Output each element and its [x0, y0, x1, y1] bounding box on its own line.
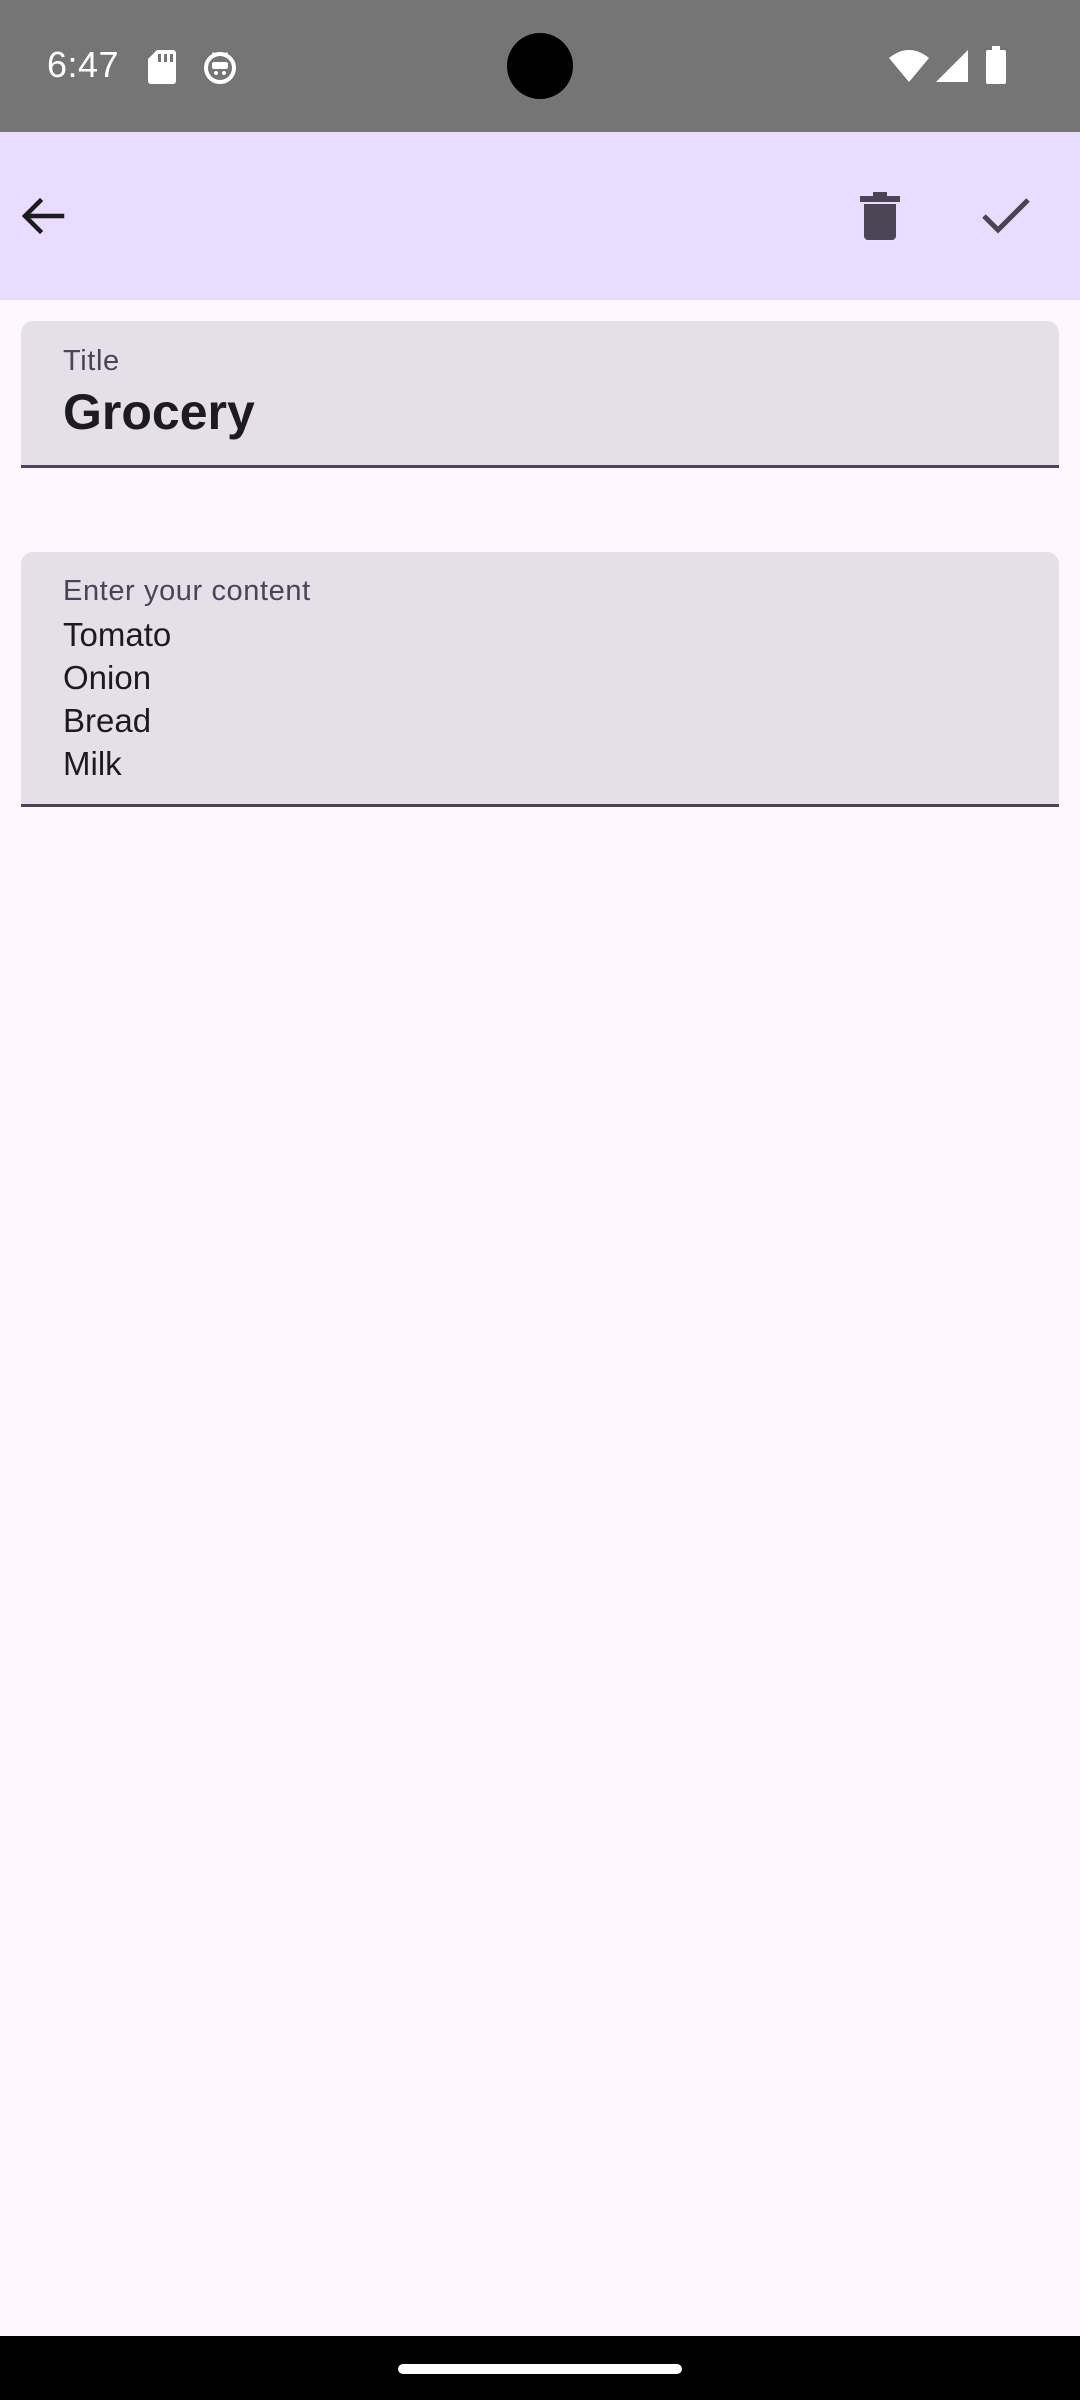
status-bar: 6:47 [0, 0, 1080, 132]
wifi-icon [889, 50, 929, 87]
status-time: 6:47 [47, 44, 120, 85]
arrow-back-icon [21, 197, 65, 235]
title-label: Title [63, 345, 120, 377]
back-button[interactable] [0, 162, 96, 270]
delete-button[interactable] [826, 162, 934, 270]
content-label: Enter your content [63, 575, 311, 607]
battery-icon [986, 46, 1006, 89]
content-line: Tomato [63, 616, 172, 653]
sd-card-icon [148, 50, 176, 89]
content-lines[interactable]: Tomato Onion Bread Milk [63, 613, 171, 785]
navigation-bar [0, 2336, 1080, 2400]
checkmark-icon [982, 198, 1030, 234]
save-button[interactable] [952, 162, 1060, 270]
title-field[interactable]: Title Grocery [21, 321, 1059, 468]
home-gesture-handle[interactable] [398, 2364, 682, 2374]
content-line: Milk [63, 745, 122, 782]
top-app-bar [0, 132, 1080, 300]
trash-icon [860, 192, 900, 240]
camera-cutout [507, 33, 573, 99]
title-value[interactable]: Grocery [63, 383, 255, 441]
content-field[interactable]: Enter your content Tomato Onion Bread Mi… [21, 552, 1059, 807]
content-line: Onion [63, 659, 152, 696]
cat-face-icon [202, 49, 238, 90]
cellular-signal-icon [936, 50, 968, 87]
content-line: Bread [63, 702, 152, 739]
